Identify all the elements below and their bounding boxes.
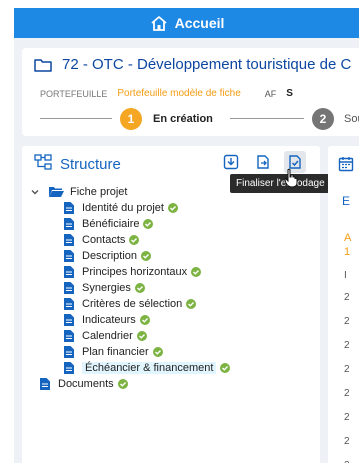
structure-icon <box>34 154 52 175</box>
folder-open-icon <box>48 185 64 199</box>
tree-item-label[interactable]: Bénéficiaire <box>82 218 139 230</box>
portefeuille-label: PORTEFEUILLE <box>40 89 108 99</box>
detail-tab-letter[interactable]: E <box>342 194 350 208</box>
portefeuille-value[interactable]: Portefeuille modèle de fiche <box>117 88 240 99</box>
detail-row: 2 <box>344 388 350 399</box>
tree-item[interactable]: Identité du projet <box>64 200 230 216</box>
tree-item[interactable]: Principes horizontaux <box>64 264 230 280</box>
check-circle-icon <box>117 379 128 389</box>
project-header: 72 - OTC - Développement touristique de … <box>22 48 359 136</box>
tree-item-label[interactable]: Plan financier <box>82 346 149 358</box>
detail-row: 2 <box>344 364 350 375</box>
check-circle-icon <box>186 299 197 309</box>
tree-item-label[interactable]: Documents <box>58 378 114 390</box>
tree-item-label[interactable]: Identité du projet <box>82 202 164 214</box>
document-icon <box>64 313 76 327</box>
check-circle-icon <box>191 267 202 277</box>
finalize-tooltip: Finaliser l'encodage <box>230 174 331 193</box>
tree-item[interactable]: Synergies <box>64 280 230 296</box>
check-circle-icon <box>143 219 154 229</box>
detail-row: 2 <box>344 436 350 447</box>
tree-item-label[interactable]: Critères de sélection <box>82 298 182 310</box>
document-icon <box>64 249 76 263</box>
tree-item-label[interactable]: Indicateurs <box>82 314 136 326</box>
tree-item[interactable]: Indicateurs <box>64 312 230 328</box>
document-icon <box>64 233 76 247</box>
app-frame: Accueil 72 - OTC - Développement tourist… <box>14 8 359 463</box>
hand-cursor-icon <box>284 168 298 193</box>
detail-field-value: 1 <box>344 246 351 258</box>
tree-root-label[interactable]: Fiche projet <box>70 186 127 198</box>
home-label[interactable]: Accueil <box>175 15 225 31</box>
tree-item-label[interactable]: Synergies <box>82 282 131 294</box>
step-connector <box>40 118 112 119</box>
home-icon <box>149 13 169 33</box>
check-circle-icon <box>220 363 231 373</box>
tree-item-label[interactable]: Contacts <box>82 234 125 246</box>
tree-item-label[interactable]: Principes horizontaux <box>82 266 187 278</box>
structure-panel: Structure Finaliser l'encodage Fiche pro… <box>22 146 331 463</box>
tree-item-label[interactable]: Description <box>82 250 137 262</box>
document-icon <box>64 217 76 231</box>
tree-root-fiche-projet[interactable]: Fiche projet <box>30 184 230 200</box>
folder-icon <box>34 57 54 73</box>
step-1-label: En création <box>153 113 213 125</box>
document-icon <box>64 265 76 279</box>
tree-item[interactable]: Contacts <box>64 232 230 248</box>
calendar-icon <box>338 156 354 177</box>
top-nav-bar[interactable]: Accueil <box>14 8 359 38</box>
document-icon <box>64 281 76 295</box>
tree-item[interactable]: Calendrier <box>64 328 230 344</box>
document-icon <box>64 297 76 311</box>
document-icon <box>40 377 52 391</box>
detail-row: 2 <box>344 316 350 327</box>
detail-row: 2 <box>344 340 350 351</box>
af-value: S <box>286 88 293 99</box>
tree-item[interactable]: Description <box>64 248 230 264</box>
check-circle-icon <box>129 235 140 245</box>
document-icon <box>64 345 76 359</box>
tree-item[interactable]: Critères de sélection <box>64 296 230 312</box>
step-2-label: Sour <box>344 113 359 125</box>
step-connector <box>230 118 304 119</box>
detail-rows: 22222222 <box>344 292 350 463</box>
check-circle-icon <box>136 331 147 341</box>
tree-item[interactable]: Échéancier & financement <box>64 360 231 376</box>
structure-tree: Fiche projet Identité du projet Bénéficia… <box>30 184 231 392</box>
export-icon[interactable] <box>252 151 274 173</box>
document-icon <box>64 201 76 215</box>
detail-column-header: I <box>344 270 347 281</box>
check-circle-icon <box>152 347 163 357</box>
tree-item[interactable]: Bénéficiaire <box>64 216 230 232</box>
check-circle-icon <box>167 203 178 213</box>
document-icon <box>64 329 76 343</box>
tree-item[interactable]: Plan financier <box>64 344 230 360</box>
structure-title: Structure <box>60 156 121 173</box>
tree-item-label[interactable]: Calendrier <box>82 330 133 342</box>
download-icon[interactable] <box>220 151 242 173</box>
step-2-badge: 2 <box>312 108 334 130</box>
project-title: 72 - OTC - Développement touristique de … <box>62 56 352 73</box>
document-icon <box>64 361 76 375</box>
detail-field-label: A <box>344 232 352 244</box>
workflow-steps: 1 En création 2 Sour <box>34 106 359 130</box>
chevron-down-icon[interactable] <box>30 185 42 199</box>
step-1-badge: 1 <box>120 108 142 130</box>
check-circle-icon <box>139 315 150 325</box>
af-label: AF <box>264 89 277 99</box>
check-circle-icon <box>141 251 152 261</box>
check-circle-icon <box>134 283 145 293</box>
detail-row: 2 <box>344 292 350 303</box>
detail-panel: E A 1 I 22222222 <box>328 146 359 463</box>
tree-item-documents[interactable]: Documents <box>40 376 230 392</box>
detail-row: 2 <box>344 412 350 423</box>
project-meta: PORTEFEUILLE Portefeuille modèle de fich… <box>40 88 293 99</box>
tree-item-label[interactable]: Échéancier & financement <box>82 362 217 374</box>
